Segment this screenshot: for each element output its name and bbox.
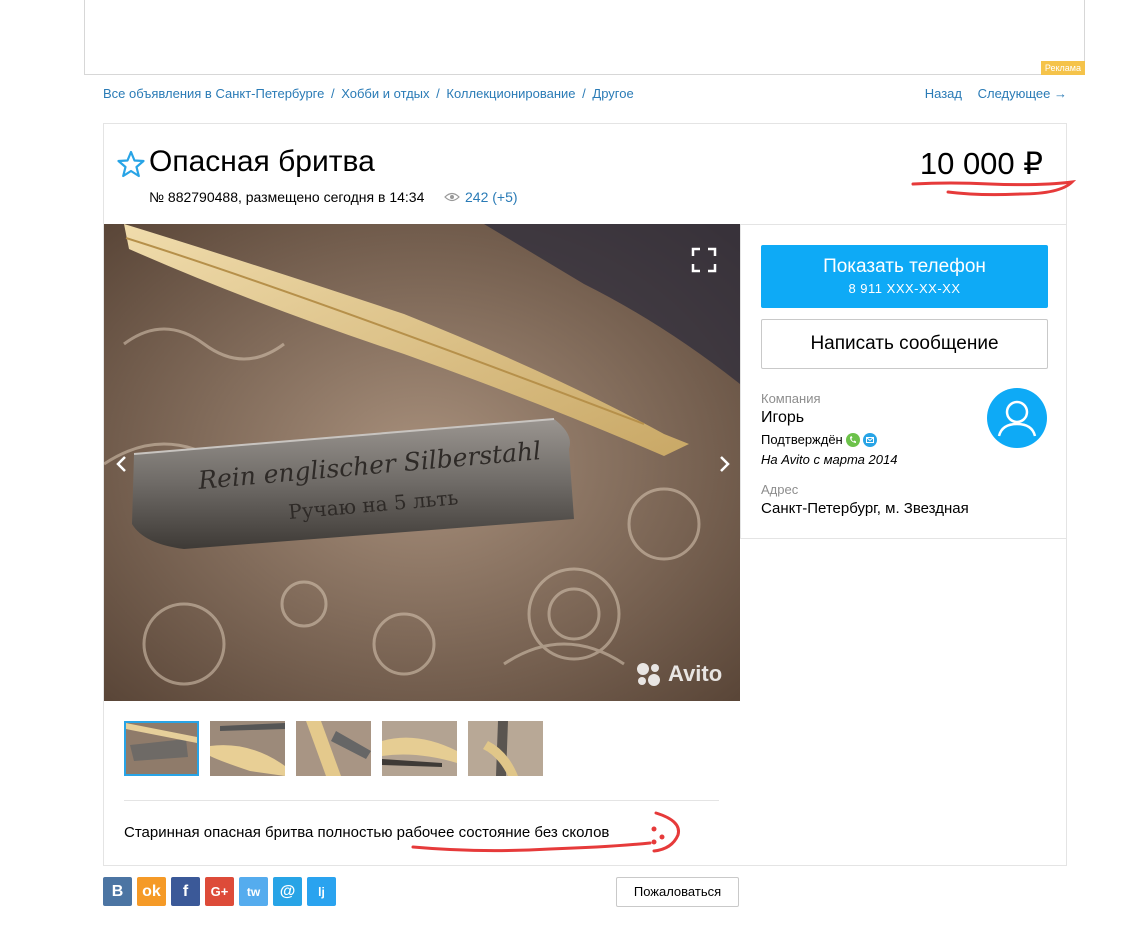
ad-label: Реклама [1040, 61, 1085, 75]
address-label: Адрес [761, 482, 799, 497]
avatar[interactable] [987, 388, 1047, 448]
eye-icon [444, 192, 460, 202]
views-count: 242 (+5) [465, 189, 518, 205]
breadcrumb-item-collecting[interactable]: Коллекционирование [446, 86, 575, 101]
odnoklassniki-share-icon[interactable]: ok [137, 877, 166, 906]
facebook-share-icon[interactable]: f [171, 877, 200, 906]
razor-photo: Rein englischer Silberstahl Ручаю на 5 л… [104, 224, 740, 701]
listing-title: Опасная бритва [149, 145, 375, 178]
twitter-share-icon[interactable]: tw [239, 877, 268, 906]
show-phone-button[interactable]: Показать телефон 8 911 XXX-XX-XX [761, 245, 1048, 308]
vk-share-icon[interactable]: В [103, 877, 132, 906]
thumbnail[interactable] [124, 721, 199, 776]
next-photo-arrow-icon[interactable] [714, 449, 734, 479]
breadcrumb-separator: / [330, 86, 335, 101]
avito-logo-icon [637, 663, 660, 686]
prev-photo-arrow-icon[interactable] [112, 449, 132, 479]
report-button[interactable]: Пожаловаться [616, 877, 739, 907]
breadcrumb: Все объявления в Санкт-Петербурге / Хобб… [103, 86, 634, 101]
ad-banner[interactable]: Реклама [84, 0, 1085, 75]
next-link[interactable]: Следующее → [978, 86, 1067, 101]
seller-sidebar: Показать телефон 8 911 XXX-XX-XX Написат… [740, 224, 1066, 539]
annotation-underline [911, 179, 1076, 197]
main-photo[interactable]: Rein englischer Silberstahl Ручаю на 5 л… [104, 224, 740, 701]
listing-header: Опасная бритва № 882790488, размещено се… [104, 124, 1076, 225]
google-plus-share-icon[interactable]: G+ [205, 877, 234, 906]
breadcrumb-separator: / [582, 86, 586, 101]
company-label: Компания [761, 391, 821, 406]
favorite-star-icon[interactable] [117, 150, 145, 178]
mail-share-icon[interactable]: @ [273, 877, 302, 906]
thumbnail[interactable] [296, 721, 371, 776]
phone-verified-icon [845, 432, 860, 447]
verified-label: Подтверждён [761, 432, 843, 447]
verified-status: Подтверждён [761, 432, 877, 447]
email-verified-icon [862, 432, 877, 447]
livejournal-share-icon[interactable]: lj [307, 877, 336, 906]
fullscreen-icon[interactable] [690, 246, 718, 274]
avito-watermark: Avito [634, 660, 722, 688]
watermark-text: Avito [668, 661, 723, 686]
back-link[interactable]: Назад [925, 86, 962, 101]
views-counter[interactable]: 242 (+5) [444, 189, 518, 205]
phone-masked: 8 911 XXX-XX-XX [848, 281, 961, 296]
breadcrumb-item-hobby[interactable]: Хобби и отдых [341, 86, 429, 101]
show-phone-label: Показать телефон [823, 256, 986, 277]
seller-address: Санкт-Петербург, м. Звездная [761, 500, 969, 517]
listing-navigation: Назад Следующее → [913, 86, 1067, 101]
listing-card: Опасная бритва № 882790488, размещено се… [103, 123, 1076, 866]
annotation-underline [411, 811, 681, 853]
listing-price: 10 000 ₽ [919, 146, 1043, 181]
seller-name[interactable]: Игорь [761, 409, 804, 427]
thumbnail[interactable] [382, 721, 457, 776]
listing-meta: № 882790488, размещено сегодня в 14:34 [149, 189, 425, 205]
divider [124, 800, 719, 801]
thumbnail[interactable] [468, 721, 543, 776]
member-since: На Avito с марта 2014 [761, 452, 898, 467]
thumbnail-strip [124, 721, 543, 776]
write-message-button[interactable]: Написать сообщение [761, 319, 1048, 369]
share-bar: В ok f G+ tw @ lj [103, 877, 336, 906]
breadcrumb-item-all[interactable]: Все объявления в Санкт-Петербурге [103, 86, 324, 101]
thumbnail[interactable] [210, 721, 285, 776]
breadcrumb-separator: / [436, 86, 440, 101]
breadcrumb-item-other[interactable]: Другое [592, 86, 633, 101]
